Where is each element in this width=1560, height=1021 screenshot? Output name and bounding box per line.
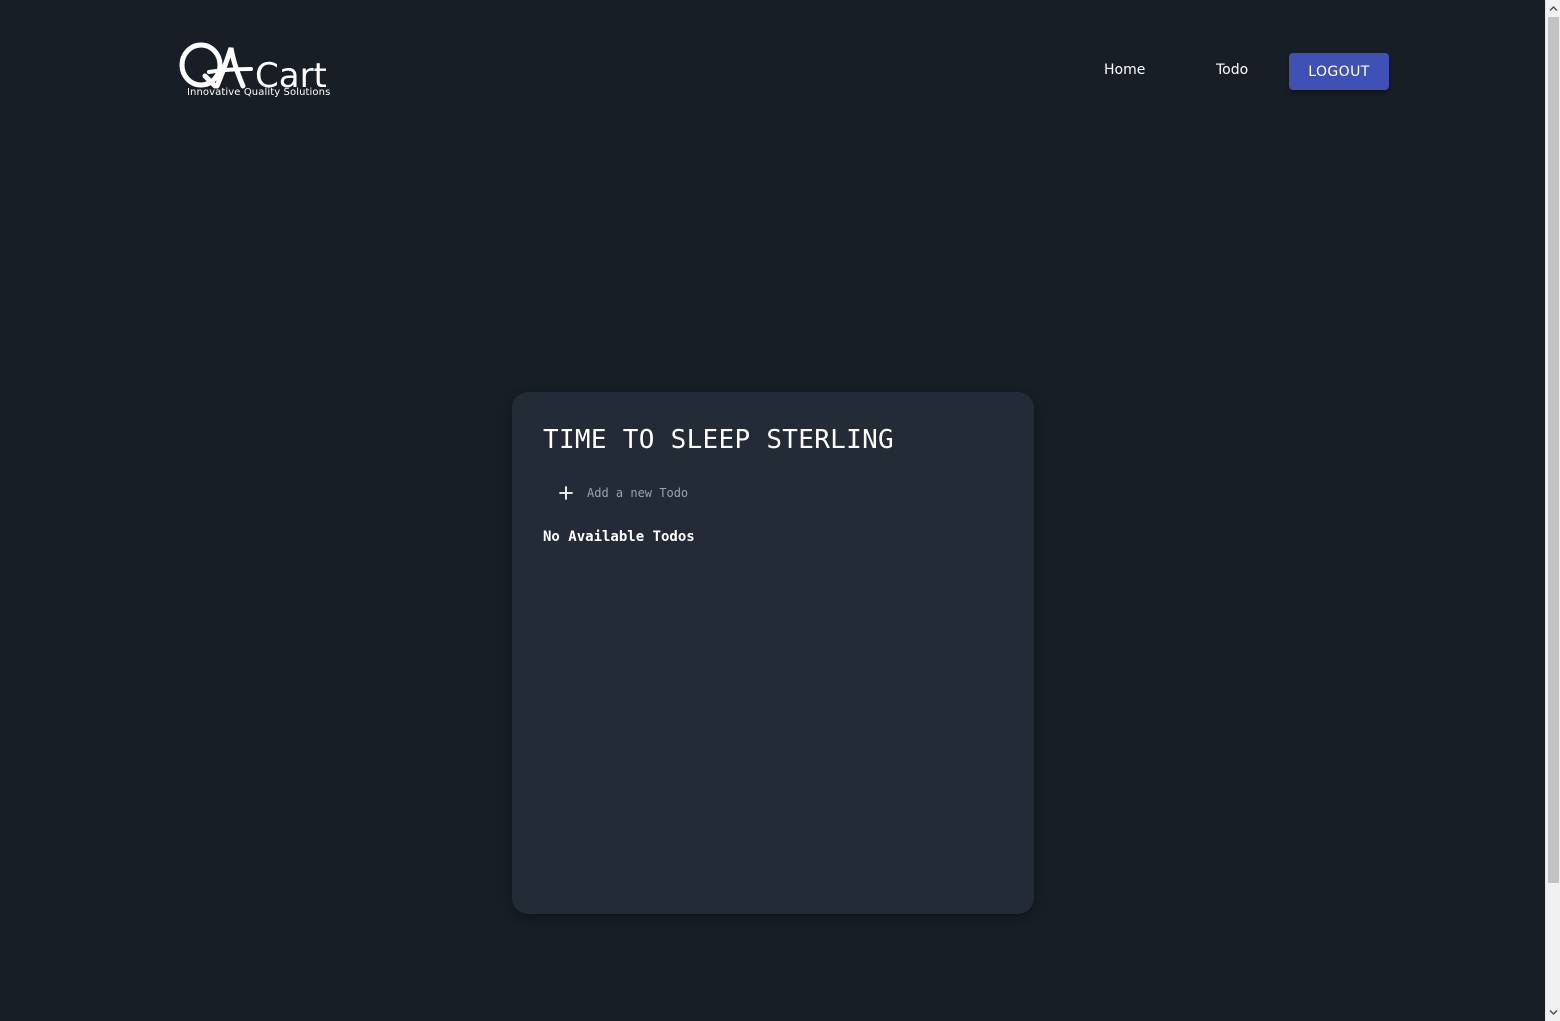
scroll-up-arrow-icon[interactable] <box>1549 4 1558 13</box>
logo-tagline: Innovative Quality Solutions <box>187 87 331 98</box>
nav-todo-link[interactable]: Todo <box>1216 62 1248 78</box>
plus-icon[interactable] <box>556 483 576 503</box>
add-todo-row <box>556 482 947 504</box>
page: Cart Innovative Quality Solutions Home T… <box>0 0 1545 1021</box>
scroll-down-arrow-icon[interactable] <box>1549 1008 1558 1017</box>
page-scrollbar[interactable] <box>1545 0 1560 1021</box>
scrollbar-thumb[interactable] <box>1548 17 1559 883</box>
logout-button[interactable]: LOGOUT <box>1289 53 1389 90</box>
page-title: TIME TO SLEEP STERLING <box>543 425 894 455</box>
add-todo-input[interactable] <box>587 486 947 500</box>
todo-card: TIME TO SLEEP STERLING No Available Todo… <box>512 392 1034 914</box>
qacart-logo[interactable]: Cart Innovative Quality Solutions <box>179 42 331 104</box>
nav-home-link[interactable]: Home <box>1104 62 1145 78</box>
empty-state-message: No Available Todos <box>543 529 695 545</box>
